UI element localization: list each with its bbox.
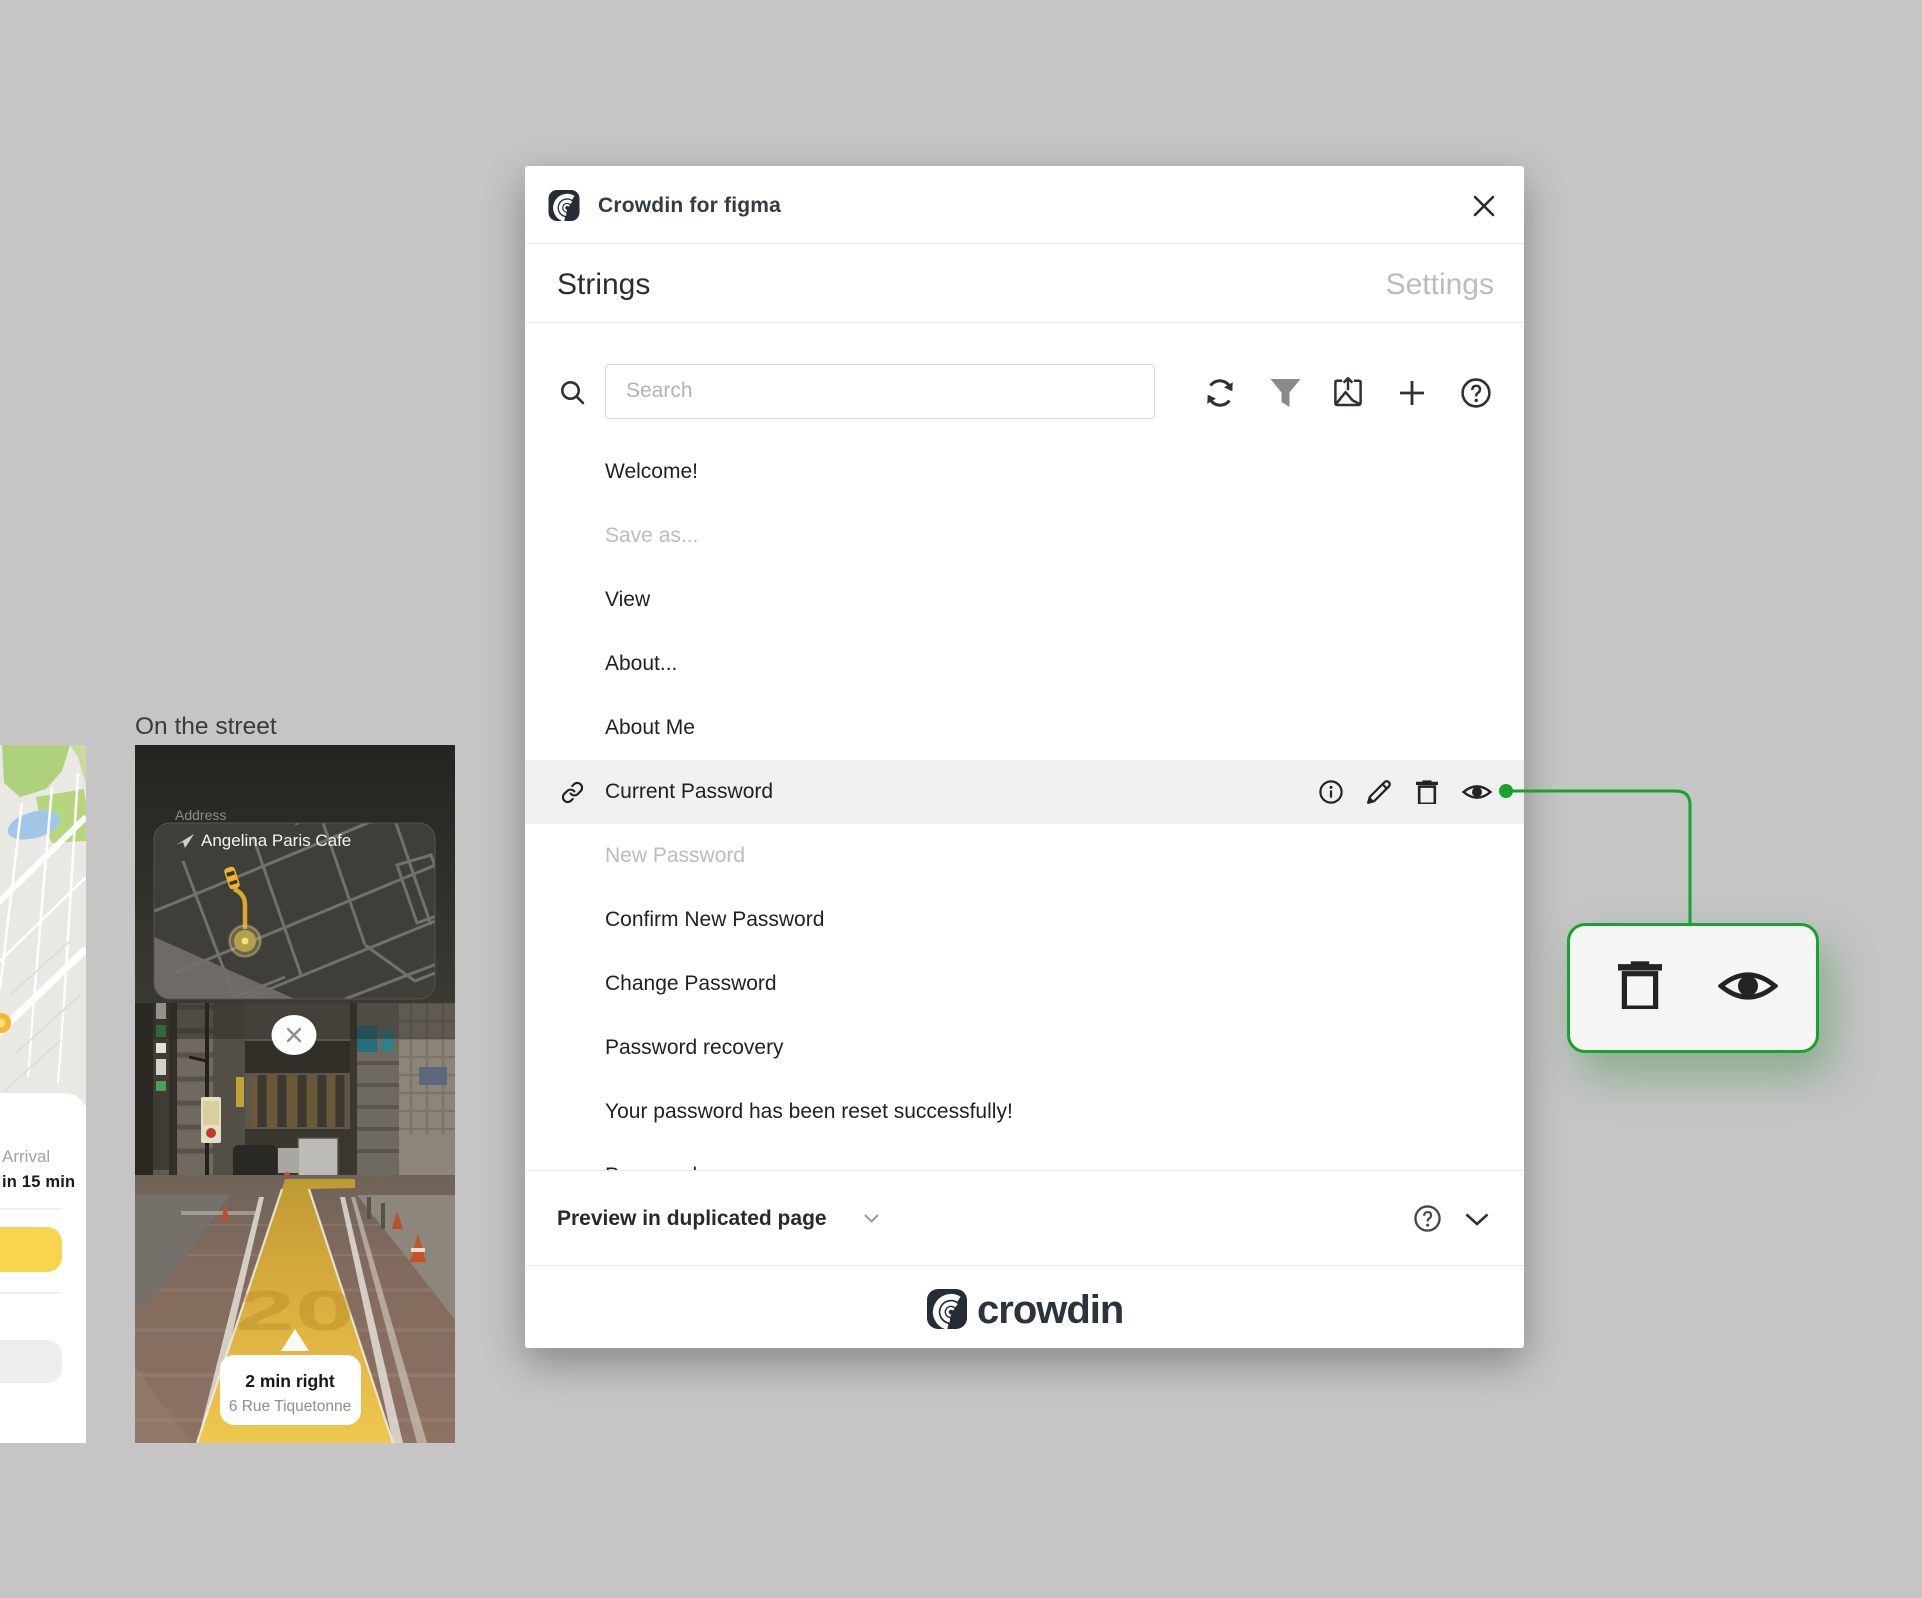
svg-text:2 min right: 2 min right xyxy=(245,1371,335,1391)
svg-text:in 15 min: in 15 min xyxy=(2,1173,75,1191)
svg-text:Arrival: Arrival xyxy=(2,1147,50,1166)
svg-text:Address: Address xyxy=(175,807,226,823)
svg-text:6 Rue Tiquetonne: 6 Rue Tiquetonne xyxy=(229,1398,351,1415)
svg-text:Angelina Paris Cafe: Angelina Paris Cafe xyxy=(201,831,351,850)
